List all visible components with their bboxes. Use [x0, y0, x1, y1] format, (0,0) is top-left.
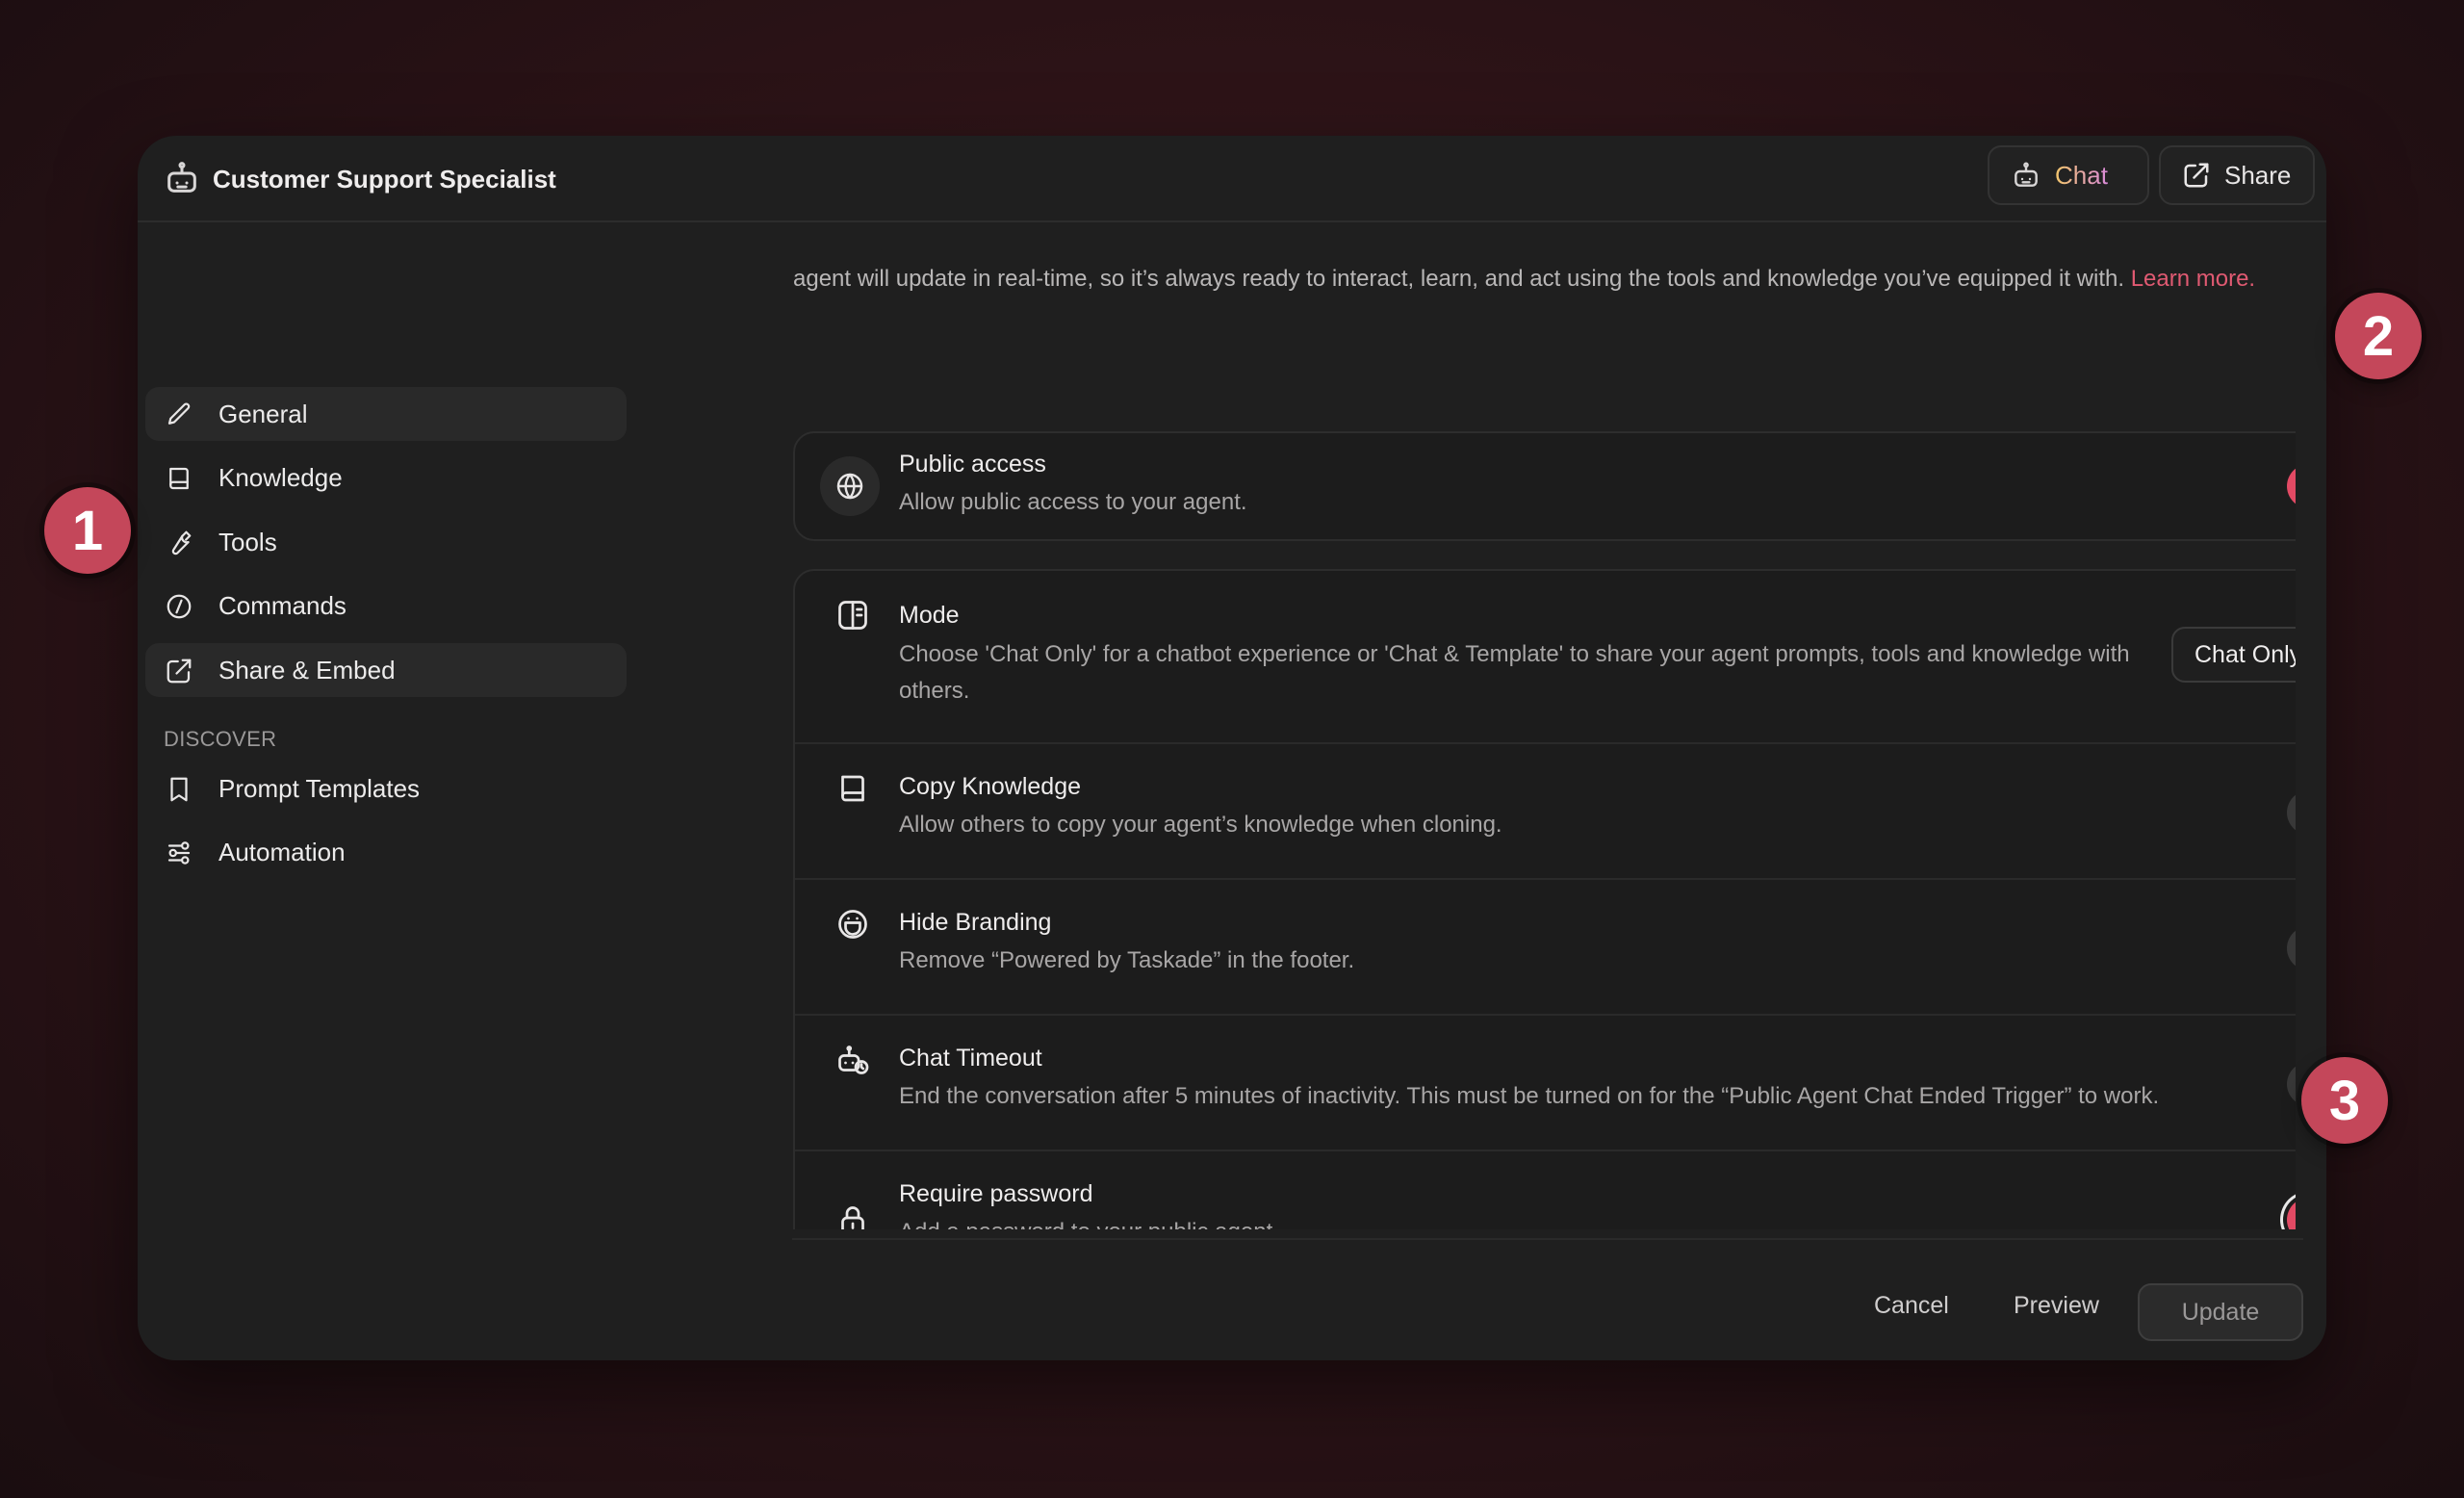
copy-knowledge-row: Copy Knowledge Allow others to copy your…: [795, 744, 2296, 880]
automation-icon: [167, 841, 191, 865]
share-button-label: Share: [2224, 160, 2292, 190]
mode-select-value: Chat Only: [2194, 640, 2296, 668]
cancel-button[interactable]: Cancel: [1874, 1292, 1949, 1320]
chat-button-label: Chat: [2055, 160, 2108, 190]
share-button[interactable]: Share: [2159, 145, 2315, 205]
settings-content: agent will update in real-time, so it’s …: [638, 224, 2296, 1229]
sidebar-item-commands[interactable]: Commands: [145, 579, 627, 633]
chat-button[interactable]: Chat: [1988, 145, 2149, 205]
sidebar-item-tools[interactable]: Tools: [145, 515, 627, 569]
update-button[interactable]: Update: [2138, 1283, 2303, 1341]
public-access-row: Public access Allow public access to you…: [795, 433, 2296, 539]
pencil-icon: [167, 402, 191, 425]
lock-icon: [841, 1206, 864, 1229]
hide-branding-desc: Remove “Powered by Taskade” in the foote…: [899, 947, 1355, 973]
agent-settings-window: Customer Support Specialist Chat Share G…: [138, 136, 2326, 1360]
branding-face-icon: [838, 910, 867, 939]
chat-timeout-row: Chat Timeout End the conversation after …: [795, 1016, 2296, 1151]
require-password-row: Require password Add a password to your …: [795, 1151, 2296, 1229]
chat-timeout-desc: End the conversation after 5 minutes of …: [899, 1083, 2160, 1109]
require-password-title: Require password: [899, 1180, 1093, 1207]
learn-more-link[interactable]: Learn more.: [2131, 266, 2255, 292]
annotation-badge-3: 3: [2301, 1057, 2388, 1144]
public-access-toggle[interactable]: [2287, 464, 2296, 508]
share-icon: [2184, 163, 2209, 188]
sidebar-item-general[interactable]: General: [145, 387, 627, 441]
sidebar-item-label: Prompt Templates: [218, 773, 421, 803]
copy-knowledge-desc: Allow others to copy your agent’s knowle…: [899, 812, 1502, 838]
hide-branding-toggle[interactable]: [2287, 926, 2296, 970]
chat-timeout-title: Chat Timeout: [899, 1045, 1042, 1072]
sidebar-item-label: Tools: [218, 527, 277, 556]
hide-branding-title: Hide Branding: [899, 909, 1052, 936]
sidebar-item-label: General: [218, 399, 308, 428]
sidebar: General Knowledge Tools Commands Share &…: [138, 224, 638, 1360]
wrench-icon: [171, 530, 192, 555]
copy-knowledge-toggle[interactable]: [2287, 790, 2296, 835]
sidebar-section-discover: DISCOVER: [164, 727, 277, 751]
robot-icon: [2015, 162, 2038, 187]
sidebar-item-automation[interactable]: Automation: [145, 825, 627, 879]
slash-command-icon: [167, 594, 192, 619]
public-access-card: Public access Allow public access to you…: [793, 431, 2296, 541]
footer-divider: [792, 1238, 2303, 1240]
window-title: Customer Support Specialist: [213, 165, 556, 194]
sidebar-item-share-embed[interactable]: Share & Embed: [145, 643, 627, 697]
intro-text: agent will update in real-time, so it’s …: [793, 263, 2296, 296]
sidebar-item-label: Automation: [218, 837, 346, 866]
annotation-badge-1: 1: [44, 487, 131, 574]
preview-button[interactable]: Preview: [2014, 1292, 2099, 1320]
hide-branding-row: Hide Branding Remove “Powered by Taskade…: [795, 880, 2296, 1016]
sidebar-item-label: Knowledge: [218, 462, 343, 492]
sidebar-item-prompt-templates[interactable]: Prompt Templates: [145, 762, 627, 815]
book-icon: [169, 467, 189, 490]
mode-title: Mode: [899, 602, 960, 629]
mode-select[interactable]: Chat Only: [2171, 627, 2296, 683]
sidebar-item-knowledge[interactable]: Knowledge: [145, 451, 627, 504]
title-bar: Customer Support Specialist Chat Share: [138, 136, 2326, 222]
public-access-title: Public access: [899, 451, 1046, 478]
chat-timeout-toggle[interactable]: [2287, 1062, 2296, 1106]
update-button-label: Update: [2181, 1298, 2260, 1326]
share-icon: [167, 659, 192, 684]
require-password-desc: Add a password to your public agent.: [899, 1214, 1279, 1229]
bookmark-icon: [170, 777, 188, 802]
robot-clock-icon: [838, 1046, 869, 1074]
copy-knowledge-title: Copy Knowledge: [899, 773, 1082, 800]
mode-row: Mode Choose 'Chat Only' for a chatbot ex…: [795, 571, 2296, 744]
book-icon: [841, 775, 864, 802]
intro-body: agent will update in real-time, so it’s …: [793, 266, 2125, 292]
layout-panel-icon: [838, 601, 867, 630]
settings-card: Mode Choose 'Chat Only' for a chatbot ex…: [793, 569, 2296, 1229]
mode-desc: Choose 'Chat Only' for a chatbot experie…: [899, 641, 2130, 704]
robot-icon: [167, 162, 196, 193]
public-access-desc: Allow public access to your agent.: [899, 489, 1247, 515]
sidebar-item-label: Commands: [218, 590, 346, 620]
sidebar-item-label: Share & Embed: [218, 655, 396, 684]
require-password-toggle[interactable]: [2287, 1198, 2296, 1229]
annotation-badge-2: 2: [2335, 293, 2422, 379]
